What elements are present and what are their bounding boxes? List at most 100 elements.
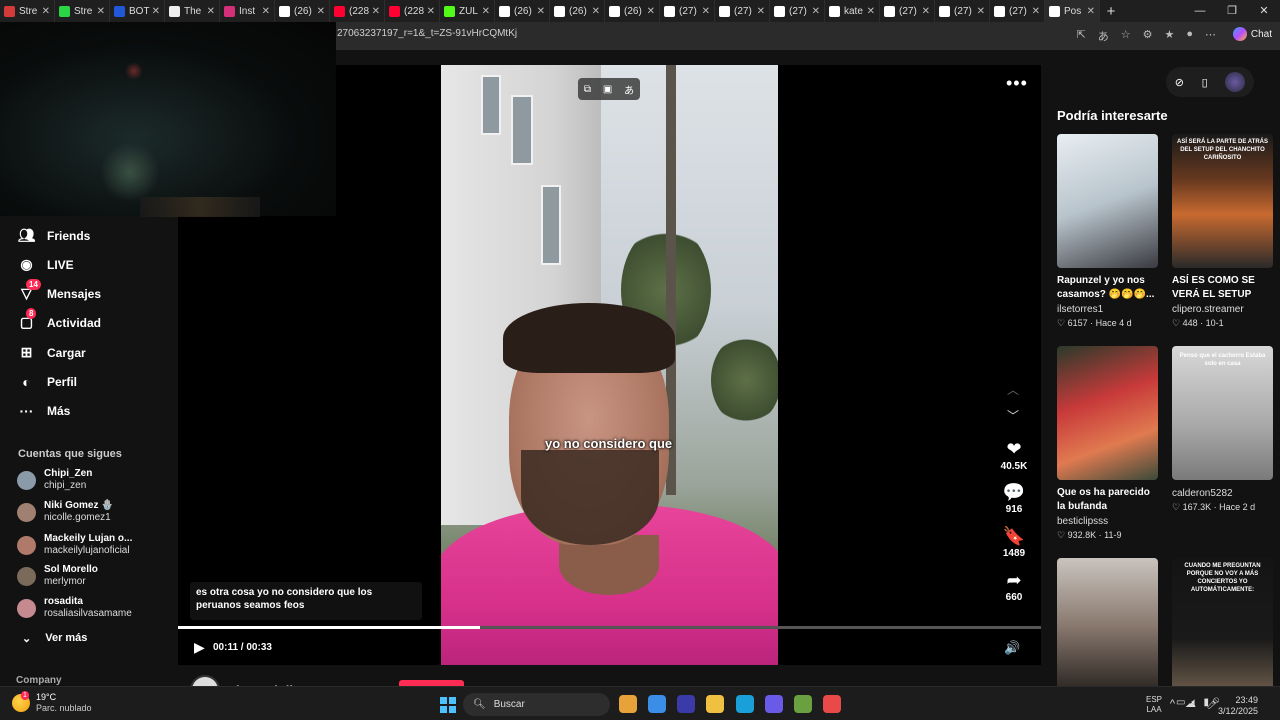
minimize-icon[interactable]: — (1184, 0, 1216, 22)
browser-tab[interactable]: (228 ✕ (330, 0, 385, 22)
followed-account[interactable]: Mackeily Lujan o... mackeilylujanoficial (17, 533, 132, 557)
extensions-icon[interactable]: ⚙ (1143, 28, 1153, 44)
tab-close-icon[interactable]: ✕ (482, 6, 490, 17)
browser-tab[interactable]: Inst ✕ (220, 0, 275, 22)
taskbar-app-icon[interactable] (736, 695, 754, 713)
sidebar-item-más[interactable]: ··· Más (18, 402, 71, 419)
next-video-icon[interactable]: ﹀ (1007, 407, 1019, 424)
sidebar-item-perfil[interactable]: ◐ Perfil (18, 373, 77, 390)
profile-icon[interactable]: ● (1186, 28, 1193, 44)
tab-close-icon[interactable]: ✕ (812, 6, 820, 17)
pip-icon[interactable]: ⧉ (584, 84, 591, 95)
recommended-video-card[interactable]: Que os ha parecido la bufanda mágica?...… (1057, 346, 1158, 541)
followed-account[interactable]: Chipi_Zen chipi_zen (17, 468, 92, 492)
sidebar-item-live[interactable]: ◉ LIVE (18, 256, 73, 273)
tab-close-icon[interactable]: ✕ (427, 6, 435, 17)
browser-tab[interactable]: (26) ✕ (605, 0, 660, 22)
card-title[interactable]: Que os ha parecido la bufanda mágica?... (1057, 486, 1158, 514)
recommended-video-card[interactable]: Penso que el cachorro Estaba solo en cas… (1172, 346, 1273, 513)
recommended-video-card[interactable] (1057, 558, 1158, 686)
url-text[interactable]: 27063237197_r=1&_t=ZS-91vHrCQMtKj (337, 28, 517, 39)
taskbar-search[interactable]: 🔍︎ Buscar (463, 693, 610, 716)
like-button[interactable]: ❤ 40.5K (994, 439, 1034, 472)
favorites-icon[interactable]: ★ (1164, 28, 1174, 44)
video-frame[interactable] (441, 65, 778, 665)
browser-tab[interactable]: ZUL ✕ (440, 0, 495, 22)
user-avatar[interactable] (1225, 72, 1246, 92)
tab-close-icon[interactable]: ✕ (867, 6, 875, 17)
card-author[interactable]: clipero.streamer (1172, 304, 1273, 315)
sidebar-item-cargar[interactable]: ⊞ Cargar (18, 344, 86, 361)
taskbar-app-icon[interactable] (677, 695, 695, 713)
copilot-chat-button[interactable]: Chat (1232, 27, 1272, 41)
chevron-up-icon[interactable]: ^ (1170, 698, 1175, 710)
tab-close-icon[interactable]: ✕ (1087, 6, 1095, 17)
taskbar-app-icon[interactable] (765, 695, 783, 713)
tab-close-icon[interactable]: ✕ (207, 6, 215, 17)
browser-tab[interactable]: Stre ✕ (0, 0, 55, 22)
followed-account[interactable]: rosadita rosaliasilvasamame (17, 596, 132, 620)
tab-close-icon[interactable]: ✕ (647, 6, 655, 17)
tab-close-icon[interactable]: ✕ (537, 6, 545, 17)
browser-tab[interactable]: The ✕ (165, 0, 220, 22)
browser-tab[interactable]: BOT ✕ (110, 0, 165, 22)
favorite-star-icon[interactable]: ☆ (1121, 28, 1131, 44)
browser-tab[interactable]: (27) ✕ (660, 0, 715, 22)
author-row[interactable]: giancarlolinarez99 (190, 675, 341, 686)
taskbar-app-icon[interactable] (794, 695, 812, 713)
tab-close-icon[interactable]: ✕ (1032, 6, 1040, 17)
author-avatar[interactable] (190, 675, 220, 686)
compass-icon[interactable]: ⊘ (1175, 76, 1184, 89)
card-author[interactable]: calderon5282 (1172, 488, 1273, 499)
tab-close-icon[interactable]: ✕ (42, 6, 50, 17)
browser-tab[interactable]: (228 ✕ (385, 0, 440, 22)
comment-button[interactable]: 💬 916 (994, 482, 1034, 515)
language-indicator[interactable]: ESP LAA (1146, 695, 1162, 715)
tab-close-icon[interactable]: ✕ (757, 6, 765, 17)
new-tab-button[interactable]: + (1100, 3, 1122, 20)
status-icons[interactable]: ▭ 🔈︎ ▮ (1176, 697, 1209, 708)
browser-tab[interactable]: Pos ✕ (1045, 0, 1100, 22)
tab-close-icon[interactable]: ✕ (372, 6, 380, 17)
sidebar-item-mensajes[interactable]: ▽ 14 Mensajes (18, 279, 101, 302)
translate-icon[interactable]: あ (1098, 28, 1109, 44)
clock[interactable]: 23:49 3/12/2025 (1218, 695, 1258, 717)
browser-tab[interactable]: (27) ✕ (715, 0, 770, 22)
browser-tab[interactable]: (27) ✕ (880, 0, 935, 22)
browser-tab[interactable]: (27) ✕ (935, 0, 990, 22)
video-thumbnail[interactable] (1057, 558, 1158, 686)
card-title[interactable]: Rapunzel y yo nos casamos? 🤭🤭🤭... (1057, 274, 1158, 302)
sidebar-item-actividad[interactable]: ▢ 8 Actividad (18, 308, 101, 331)
tab-close-icon[interactable]: ✕ (262, 6, 270, 17)
maximize-icon[interactable]: ❐ (1216, 0, 1248, 22)
picture-in-picture-video[interactable] (0, 22, 336, 217)
tab-close-icon[interactable]: ✕ (152, 6, 160, 17)
tab-close-icon[interactable]: ✕ (317, 6, 325, 17)
video-thumbnail[interactable]: Penso que el cachorro Estaba solo en cas… (1172, 346, 1273, 480)
tab-close-icon[interactable]: ✕ (592, 6, 600, 17)
video-thumbnail[interactable]: CUANDO ME PREGUNTAN PORQUE NO VOY A MÁS … (1172, 558, 1273, 686)
tab-close-icon[interactable]: ✕ (922, 6, 930, 17)
browser-tab[interactable]: (26) ✕ (275, 0, 330, 22)
browser-tab[interactable]: (26) ✕ (495, 0, 550, 22)
cast-icon[interactable]: ▣ (603, 84, 612, 95)
video-thumbnail[interactable]: ASÍ SERÁ LA PARTE DE ATRÁS DEL SETUP DEL… (1172, 134, 1273, 268)
taskbar-app-icon[interactable] (706, 695, 724, 713)
browser-tab[interactable]: (27) ✕ (990, 0, 1045, 22)
tab-close-icon[interactable]: ✕ (977, 6, 985, 17)
previous-video-icon[interactable]: ︿ (1007, 381, 1019, 398)
card-author[interactable]: besticlipsss (1057, 516, 1158, 527)
taskbar-app-icon[interactable] (619, 695, 637, 713)
weather-widget[interactable]: 1 19°C Parc. nublado (12, 691, 92, 714)
browser-tab[interactable]: (27) ✕ (770, 0, 825, 22)
sidebar-item-friends[interactable]: 👥︎ Friends (18, 227, 91, 244)
recommended-video-card[interactable]: ASÍ SERÁ LA PARTE DE ATRÁS DEL SETUP DEL… (1172, 134, 1273, 329)
more-options-icon[interactable]: ••• (1006, 73, 1028, 94)
browser-tab[interactable]: kate ✕ (825, 0, 880, 22)
save-button[interactable]: 🔖 1489 (994, 526, 1034, 559)
tab-close-icon[interactable]: ✕ (97, 6, 105, 17)
device-icon[interactable]: ▯ (1202, 76, 1208, 89)
video-thumbnail[interactable] (1057, 134, 1158, 268)
company-link[interactable]: Company (16, 675, 62, 686)
recommended-video-card[interactable]: Rapunzel y yo nos casamos? 🤭🤭🤭... ilsetor… (1057, 134, 1158, 329)
